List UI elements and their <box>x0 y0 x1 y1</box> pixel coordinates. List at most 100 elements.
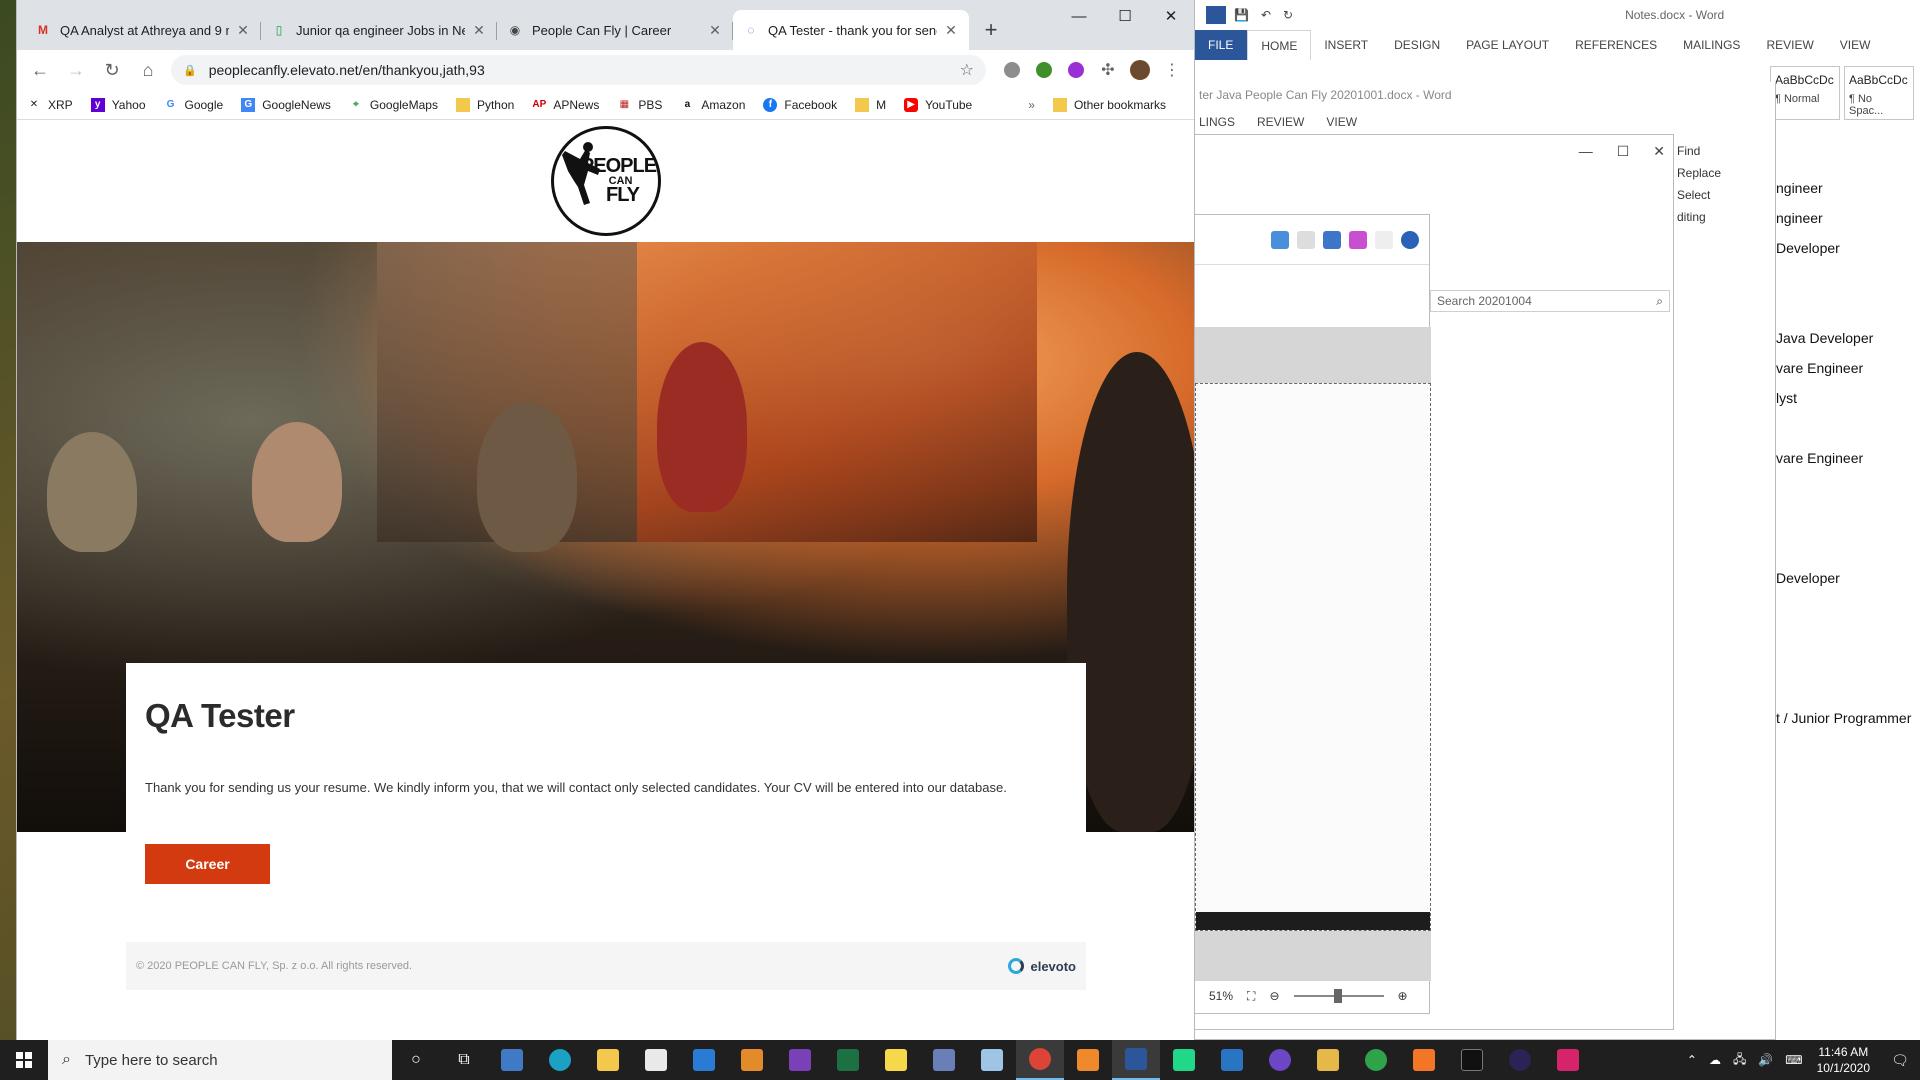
taskbar-search-input[interactable]: ⌕ Type here to search <box>48 1040 392 1080</box>
people-can-fly-logo[interactable]: PEOPLE CAN FLY <box>550 126 661 236</box>
edge-icon[interactable] <box>536 1040 584 1080</box>
mail-icon[interactable] <box>680 1040 728 1080</box>
select-button[interactable]: Select <box>1677 184 1721 206</box>
file-explorer-icon[interactable] <box>584 1040 632 1080</box>
bookmark-star-icon[interactable]: ☆ <box>960 60 974 80</box>
excel-icon[interactable] <box>824 1040 872 1080</box>
extension-tree-icon[interactable] <box>1030 56 1058 84</box>
bookmark-youtube[interactable]: ▶ YouTube <box>904 97 972 112</box>
close-icon[interactable]: ✕ <box>1148 0 1194 32</box>
undo-icon[interactable]: ↶ <box>1261 8 1271 22</box>
eclipse-icon[interactable] <box>1496 1040 1544 1080</box>
save-icon[interactable]: 💾 <box>1234 8 1249 22</box>
bookmark-googlemaps[interactable]: ⌖ GoogleMaps <box>349 98 438 112</box>
tab-page-layout[interactable]: PAGE LAYOUT <box>1453 38 1562 52</box>
search-icon[interactable]: ⌕ <box>1656 294 1663 309</box>
close-icon[interactable]: ✕ <box>1653 143 1665 160</box>
sticky-notes-icon[interactable] <box>872 1040 920 1080</box>
chevron-up-icon[interactable]: ⌃ <box>1687 1053 1697 1067</box>
back-icon[interactable]: ← <box>25 55 55 85</box>
chrome-window[interactable]: M QA Analyst at Athreya and 9 mo ✕ ▯ Jun… <box>17 0 1194 1040</box>
tab-insert[interactable]: INSERT <box>1311 38 1381 52</box>
fit-icon[interactable]: ⛶ <box>1247 989 1255 1004</box>
tab-mailings[interactable]: MAILINGS <box>1670 38 1753 52</box>
bookmark-yahoo[interactable]: y Yahoo <box>90 97 146 112</box>
style-normal[interactable]: AaBbCcDc ¶ Normal <box>1770 66 1840 120</box>
jupyter-icon[interactable] <box>1400 1040 1448 1080</box>
sublime-icon[interactable] <box>1064 1040 1112 1080</box>
intellij-icon[interactable] <box>1544 1040 1592 1080</box>
store-icon[interactable] <box>632 1040 680 1080</box>
close-icon[interactable]: ✕ <box>235 22 251 39</box>
search-input[interactable]: Search 20201004 ⌕ <box>1430 290 1670 312</box>
zoom-slider[interactable] <box>1293 989 1384 1003</box>
lock-icon[interactable]: 🔒 <box>183 64 197 77</box>
maximize-icon[interactable]: ☐ <box>1617 143 1630 160</box>
close-icon[interactable]: ✕ <box>707 22 723 39</box>
taskbar-app-icon[interactable] <box>488 1040 536 1080</box>
paint-icon[interactable] <box>776 1040 824 1080</box>
task-view-icon[interactable]: ⧉ <box>440 1040 488 1080</box>
media-player-icon[interactable] <box>728 1040 776 1080</box>
tab-mailings[interactable]: LINGS <box>1199 115 1235 129</box>
tab-home[interactable]: HOME <box>1247 30 1312 60</box>
new-tab-button[interactable]: + <box>977 16 1005 44</box>
pycharm-icon[interactable] <box>1160 1040 1208 1080</box>
help-icon[interactable] <box>1401 230 1419 249</box>
bookmark-xrp[interactable]: ✕ XRP <box>27 98 73 112</box>
git-icon[interactable] <box>1304 1040 1352 1080</box>
tab-pcf-career[interactable]: ◉ People Can Fly | Career ✕ <box>497 10 733 50</box>
redo-icon[interactable]: ↻ <box>1283 8 1293 22</box>
zoom-slider-knob[interactable] <box>1333 989 1342 1003</box>
reload-icon[interactable]: ↻ <box>97 55 127 85</box>
tab-references[interactable]: REFERENCES <box>1562 38 1670 52</box>
tab-view[interactable]: VIEW <box>1827 38 1884 52</box>
vscode-icon[interactable] <box>1208 1040 1256 1080</box>
copy-icon[interactable] <box>1323 230 1341 249</box>
zoom-in-icon[interactable]: ⊕ <box>1398 989 1408 1003</box>
network-icon[interactable]: 🖧 <box>1733 1050 1746 1071</box>
chrome-icon[interactable] <box>1016 1040 1064 1080</box>
maximize-icon[interactable]: ☐ <box>1102 0 1148 32</box>
extension-bug-icon[interactable] <box>998 56 1026 84</box>
bookmark-pbs[interactable]: ▦ PBS <box>617 98 663 112</box>
other-bookmarks[interactable]: Other bookmarks <box>1052 97 1166 112</box>
bookmark-google[interactable]: G Google <box>164 98 224 112</box>
zoom-out-icon[interactable]: ⊖ <box>1269 989 1279 1003</box>
avatar[interactable] <box>1126 56 1154 84</box>
bookmark-apnews[interactable]: AP APNews <box>532 98 599 112</box>
tab-file[interactable]: FILE <box>1194 30 1248 60</box>
minimize-icon[interactable]: — <box>1579 143 1593 160</box>
style-no-spacing[interactable]: AaBbCcDc ¶ No Spac... <box>1844 66 1914 120</box>
history-icon[interactable] <box>1297 230 1315 249</box>
find-button[interactable]: Find <box>1677 140 1721 162</box>
tab-view[interactable]: VIEW <box>1326 115 1357 129</box>
gear-icon[interactable] <box>1375 230 1393 249</box>
app-icon[interactable] <box>968 1040 1016 1080</box>
notification-icon[interactable]: 🗨 <box>1880 1052 1920 1069</box>
bookmark-facebook[interactable]: f Facebook <box>763 97 837 112</box>
tab-review[interactable]: REVIEW <box>1753 38 1826 52</box>
replace-button[interactable]: Replace <box>1677 162 1721 184</box>
career-button[interactable]: Career <box>145 844 270 884</box>
tab-indeed[interactable]: ▯ Junior qa engineer Jobs in New ✕ <box>261 10 497 50</box>
elevoto-link[interactable]: elevoto <box>1008 958 1076 974</box>
volume-icon[interactable]: 🔊 <box>1758 1053 1773 1067</box>
snipping-tool-icon[interactable] <box>920 1040 968 1080</box>
tab-gmail[interactable]: M QA Analyst at Athreya and 9 mo ✕ <box>25 10 261 50</box>
keyboard-icon[interactable]: ⌨ <box>1785 1053 1802 1067</box>
forward-icon[interactable]: → <box>61 55 91 85</box>
home-icon[interactable]: ⌂ <box>133 55 163 85</box>
tab-qa-tester[interactable]: ◌ QA Tester - thank you for sendin ✕ <box>733 10 969 50</box>
cortana-icon[interactable]: ○ <box>392 1040 440 1080</box>
tab-design[interactable]: DESIGN <box>1381 38 1453 52</box>
pen-icon[interactable] <box>1271 230 1289 249</box>
close-icon[interactable]: ✕ <box>943 22 959 39</box>
extensions-puzzle-icon[interactable]: ✣ <box>1094 56 1122 84</box>
tab-review[interactable]: REVIEW <box>1257 115 1304 129</box>
bookmark-python[interactable]: Python <box>455 97 514 112</box>
extension-purple-icon[interactable] <box>1062 56 1090 84</box>
word-icon[interactable] <box>1112 1040 1160 1080</box>
bookmark-googlenews[interactable]: G GoogleNews <box>241 97 331 112</box>
minimize-icon[interactable]: — <box>1056 0 1102 32</box>
